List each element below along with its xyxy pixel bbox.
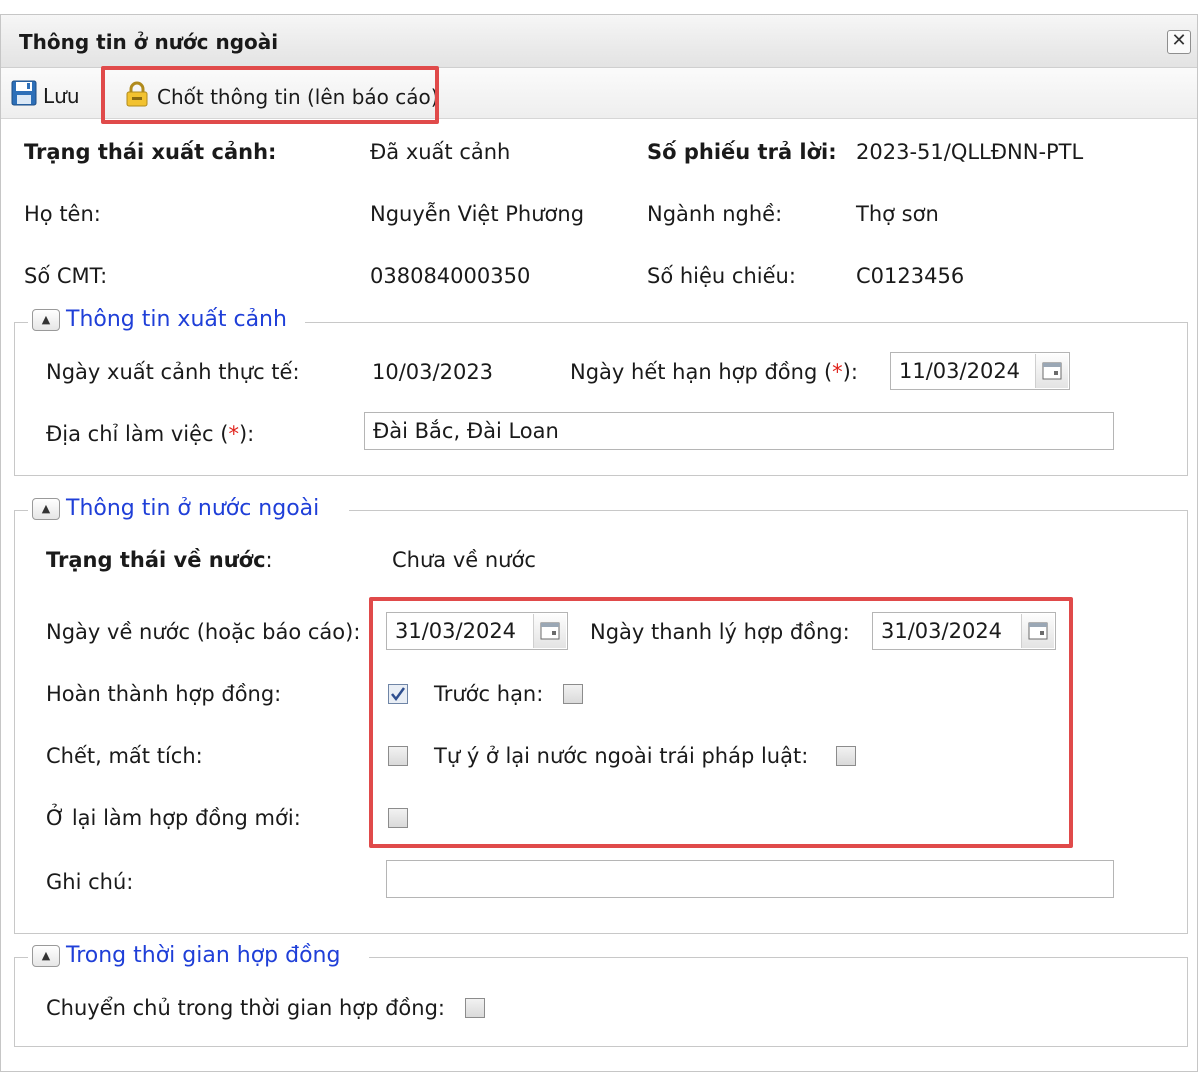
- highlight-toolbar: [101, 66, 439, 124]
- name-label: Họ tên:: [24, 202, 101, 226]
- return-date-label: Ngày về nước (hoặc báo cáo):: [46, 620, 361, 644]
- actual-exit-value: 10/03/2023: [372, 360, 494, 384]
- passport-label: Số hiệu chiếu:: [647, 264, 796, 288]
- work-address-label: Địa chỉ làm việc (*):: [46, 422, 255, 446]
- calendar-icon[interactable]: [1035, 354, 1068, 388]
- save-icon: [11, 80, 37, 111]
- contract-period-legend-text: Trong thời gian hợp đồng: [66, 943, 341, 968]
- work-address-input[interactable]: Đài Bắc, Đài Loan: [364, 412, 1114, 450]
- passport-value: C0123456: [856, 264, 965, 288]
- close-button[interactable]: ✕: [1167, 30, 1191, 54]
- title-bar: Thông tin ở nước ngoài ✕: [1, 15, 1197, 68]
- return-status-label: Trạng thái về nước:: [46, 548, 273, 572]
- exit-info-legend-text: Thông tin xuất cảnh: [66, 307, 287, 332]
- dialog-title: Thông tin ở nước ngoài: [19, 30, 279, 54]
- reply-no-label: Số phiếu trả lời:: [647, 140, 837, 164]
- exit-status-label: Trạng thái xuất cảnh:: [24, 140, 277, 164]
- id-label: Số CMT:: [24, 264, 108, 288]
- occupation-value: Thợ sơn: [856, 202, 939, 226]
- contract-end-date-input[interactable]: 11/03/2024: [890, 352, 1070, 390]
- save-label: Lưu: [43, 83, 80, 108]
- collapse-icon[interactable]: ▲: [32, 944, 60, 967]
- return-status-value: Chưa về nước: [392, 548, 536, 572]
- employer-change-checkbox[interactable]: [465, 998, 485, 1018]
- id-value: 038084000350: [370, 264, 531, 288]
- highlight-return-info: [369, 597, 1073, 848]
- reply-no-value: 2023-51/QLLĐNN-PTL: [856, 140, 1084, 164]
- save-button[interactable]: Lưu: [11, 80, 80, 111]
- completed-contract-label: Hoàn thành hợp đồng:: [46, 682, 282, 706]
- abroad-info-legend[interactable]: ▲ Thông tin ở nước ngoài: [28, 496, 324, 521]
- name-value: Nguyễn Việt Phương: [370, 202, 585, 226]
- employer-change-label: Chuyển chủ trong thời gian hợp đồng:: [46, 996, 445, 1020]
- collapse-icon[interactable]: ▲: [32, 308, 60, 331]
- contract-period-legend[interactable]: ▲ Trong thời gian hợp đồng: [28, 943, 345, 968]
- actual-exit-label: Ngày xuất cảnh thực tế:: [46, 360, 300, 384]
- contract-end-label: Ngày hết hạn hợp đồng (*):: [570, 360, 858, 384]
- exit-info-fieldset: [14, 322, 1188, 476]
- dead-missing-label: Chết, mất tích:: [46, 744, 203, 768]
- new-contract-label: Ở lại làm hợp đồng mới:: [46, 806, 301, 830]
- occupation-label: Ngành nghề:: [647, 202, 783, 226]
- abroad-info-legend-text: Thông tin ở nước ngoài: [66, 496, 320, 521]
- exit-info-legend[interactable]: ▲ Thông tin xuất cảnh: [28, 307, 291, 332]
- exit-status-value: Đã xuất cảnh: [370, 140, 511, 164]
- note-input[interactable]: [386, 860, 1114, 898]
- note-label: Ghi chú:: [46, 870, 134, 894]
- collapse-icon[interactable]: ▲: [32, 497, 60, 520]
